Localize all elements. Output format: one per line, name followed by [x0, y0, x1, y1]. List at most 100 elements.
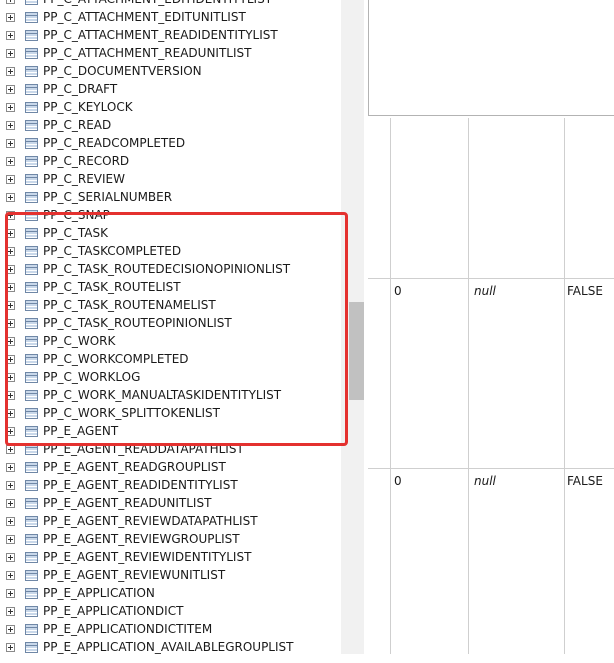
tree-item[interactable]: PP_E_APPLICATIONDICTITEM: [0, 621, 341, 639]
tree-item[interactable]: PP_C_SERIALNUMBER: [0, 189, 341, 207]
tree-item[interactable]: PP_C_TASK_ROUTEOPINIONLIST: [0, 315, 341, 333]
grid-cell-default[interactable]: null: [474, 474, 496, 488]
tree-item[interactable]: PP_E_AGENT_REVIEWGROUPLIST: [0, 531, 341, 549]
grid-cell-flag[interactable]: FALSE: [567, 284, 603, 298]
grid-column-divider: [564, 118, 565, 654]
tree-scrollbar[interactable]: [341, 0, 364, 654]
tree-item[interactable]: PP_C_DRAFT: [0, 81, 341, 99]
tree-item[interactable]: PP_C_WORK_SPLITTOKENLIST: [0, 405, 341, 423]
expand-plus-icon[interactable]: [6, 499, 15, 508]
table-icon: [25, 174, 38, 185]
tree-item[interactable]: PP_C_TASK_ROUTELIST: [0, 279, 341, 297]
grid-cell-flag[interactable]: FALSE: [567, 474, 603, 488]
tree-item-label: PP_C_ATTACHMENT_EDITIDENTITYLIST: [43, 0, 272, 6]
tree-item[interactable]: PP_C_READ: [0, 117, 341, 135]
expand-plus-icon[interactable]: [6, 517, 15, 526]
tree-item[interactable]: PP_C_RECORD: [0, 153, 341, 171]
expand-plus-icon[interactable]: [6, 265, 15, 274]
expand-plus-icon[interactable]: [6, 13, 15, 22]
tree-item[interactable]: PP_E_AGENT_REVIEWUNITLIST: [0, 567, 341, 585]
expand-plus-icon[interactable]: [6, 427, 15, 436]
table-icon: [25, 588, 38, 599]
tree-item[interactable]: PP_C_DOCUMENTVERSION: [0, 63, 341, 81]
tree-item[interactable]: PP_E_AGENT_READIDENTITYLIST: [0, 477, 341, 495]
tree-item-label: PP_C_WORK_MANUALTASKIDENTITYLIST: [43, 388, 282, 402]
tree-item[interactable]: PP_C_WORK: [0, 333, 341, 351]
expand-plus-icon[interactable]: [6, 553, 15, 562]
table-icon: [25, 552, 38, 563]
tree-item[interactable]: PP_E_APPLICATION_AVAILABLEGROUPLIST: [0, 639, 341, 657]
tree-item[interactable]: PP_C_ATTACHMENT_EDITIDENTITYLIST: [0, 0, 341, 9]
tree-item[interactable]: PP_C_TASKCOMPLETED: [0, 243, 341, 261]
expand-plus-icon[interactable]: [6, 319, 15, 328]
grid-cell-value[interactable]: 0: [394, 474, 402, 488]
tree-item[interactable]: PP_C_TASK: [0, 225, 341, 243]
tree-item[interactable]: PP_C_ATTACHMENT_EDITUNITLIST: [0, 9, 341, 27]
tree-item[interactable]: PP_C_READCOMPLETED: [0, 135, 341, 153]
tree-item-label: PP_E_AGENT_REVIEWIDENTITYLIST: [43, 550, 252, 564]
tree-item[interactable]: PP_E_AGENT_REVIEWIDENTITYLIST: [0, 549, 341, 567]
table-icon: [25, 480, 38, 491]
expand-plus-icon[interactable]: [6, 193, 15, 202]
expand-plus-icon[interactable]: [6, 607, 15, 616]
expand-plus-icon[interactable]: [6, 121, 15, 130]
table-icon: [25, 426, 38, 437]
table-icon: [25, 462, 38, 473]
tree-item-label: PP_E_AGENT_READGROUPLIST: [43, 460, 226, 474]
expand-plus-icon[interactable]: [6, 31, 15, 40]
expand-plus-icon[interactable]: [6, 211, 15, 220]
expand-plus-icon[interactable]: [6, 67, 15, 76]
tree-item[interactable]: PP_E_AGENT_READUNITLIST: [0, 495, 341, 513]
expand-plus-icon[interactable]: [6, 445, 15, 454]
expand-plus-icon[interactable]: [6, 0, 15, 4]
expand-plus-icon[interactable]: [6, 589, 15, 598]
tree-item[interactable]: PP_C_REVIEW: [0, 171, 341, 189]
expand-plus-icon[interactable]: [6, 625, 15, 634]
tree-item[interactable]: PP_C_ATTACHMENT_READUNITLIST: [0, 45, 341, 63]
expand-plus-icon[interactable]: [6, 85, 15, 94]
tree-item-label: PP_C_READCOMPLETED: [43, 136, 186, 150]
expand-plus-icon[interactable]: [6, 103, 15, 112]
grid-row-divider: [368, 468, 614, 469]
tree-item[interactable]: PP_E_AGENT_REVIEWDATAPATHLIST: [0, 513, 341, 531]
tree-item[interactable]: PP_E_APPLICATIONDICT: [0, 603, 341, 621]
expand-plus-icon[interactable]: [6, 409, 15, 418]
tree-item[interactable]: PP_E_APPLICATION: [0, 585, 341, 603]
tree-item-label: PP_C_ATTACHMENT_EDITUNITLIST: [43, 10, 246, 24]
table-icon: [25, 210, 38, 221]
tree-item[interactable]: PP_C_ATTACHMENT_READIDENTITYLIST: [0, 27, 341, 45]
expand-plus-icon[interactable]: [6, 283, 15, 292]
expand-plus-icon[interactable]: [6, 139, 15, 148]
tree-item[interactable]: PP_E_AGENT_READDATAPATHLIST: [0, 441, 341, 459]
tree-item[interactable]: PP_E_AGENT: [0, 423, 341, 441]
grid-cell-value[interactable]: 0: [394, 284, 402, 298]
expand-plus-icon[interactable]: [6, 49, 15, 58]
tree-item[interactable]: PP_C_WORKLOG: [0, 369, 341, 387]
tree-item-label: PP_C_SNAP: [43, 208, 110, 222]
tree-item[interactable]: PP_E_AGENT_READGROUPLIST: [0, 459, 341, 477]
tree-item[interactable]: PP_C_TASK_ROUTEDECISIONOPINIONLIST: [0, 261, 341, 279]
expand-plus-icon[interactable]: [6, 175, 15, 184]
tree-item[interactable]: PP_C_KEYLOCK: [0, 99, 341, 117]
expand-plus-icon[interactable]: [6, 571, 15, 580]
tree-item[interactable]: PP_C_WORK_MANUALTASKIDENTITYLIST: [0, 387, 341, 405]
expand-plus-icon[interactable]: [6, 337, 15, 346]
expand-plus-icon[interactable]: [6, 229, 15, 238]
expand-plus-icon[interactable]: [6, 481, 15, 490]
expand-plus-icon[interactable]: [6, 373, 15, 382]
grid-cell-default[interactable]: null: [474, 284, 496, 298]
expand-plus-icon[interactable]: [6, 535, 15, 544]
tree-item[interactable]: PP_C_SNAP: [0, 207, 341, 225]
expand-plus-icon[interactable]: [6, 301, 15, 310]
expand-plus-icon[interactable]: [6, 463, 15, 472]
tree-item[interactable]: PP_C_TASK_ROUTENAMELIST: [0, 297, 341, 315]
tree-item[interactable]: PP_C_WORKCOMPLETED: [0, 351, 341, 369]
table-icon: [25, 264, 38, 275]
expand-plus-icon[interactable]: [6, 157, 15, 166]
tree-item-label: PP_C_SERIALNUMBER: [43, 190, 173, 204]
scrollbar-thumb[interactable]: [349, 302, 364, 400]
expand-plus-icon[interactable]: [6, 247, 15, 256]
expand-plus-icon[interactable]: [6, 391, 15, 400]
expand-plus-icon[interactable]: [6, 355, 15, 364]
expand-plus-icon[interactable]: [6, 643, 15, 652]
